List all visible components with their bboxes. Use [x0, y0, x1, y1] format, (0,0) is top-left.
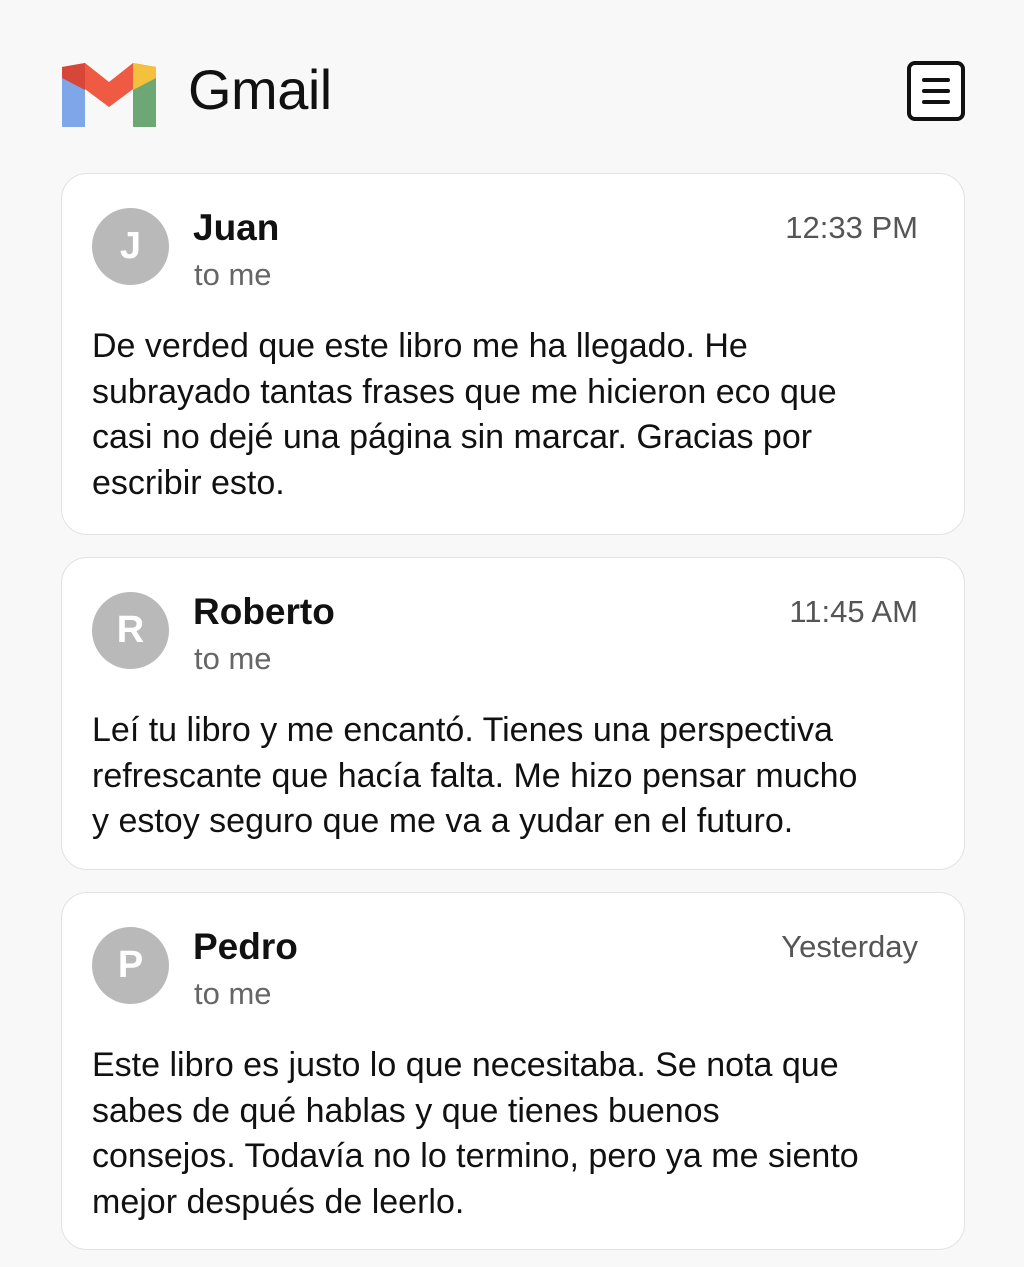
avatar: J — [92, 208, 169, 285]
recipient-text: to me — [194, 641, 272, 676]
avatar: P — [92, 927, 169, 1004]
avatar: R — [92, 592, 169, 669]
gmail-m-icon — [62, 63, 156, 127]
sender-name: Pedro — [193, 926, 298, 967]
email-time: 12:33 PM — [785, 210, 918, 245]
email-card[interactable]: P Pedro to me Yesterday Este libro es ju… — [61, 892, 965, 1250]
email-body: De verded que este libro me ha llegado. … — [92, 327, 837, 502]
email-time: Yesterday — [781, 929, 918, 964]
menu-button[interactable] — [907, 61, 965, 121]
recipient-text: to me — [194, 976, 272, 1011]
email-card[interactable]: R Roberto to me 11:45 AM Leí tu libro y … — [61, 557, 965, 870]
app-header: Gmail — [0, 0, 1024, 150]
sender-name: Roberto — [193, 591, 335, 632]
sender-name: Juan — [193, 207, 280, 248]
recipient-text: to me — [194, 257, 272, 292]
email-body: Leí tu libro y me encantó. Tienes una pe… — [92, 711, 858, 840]
app-title: Gmail — [188, 58, 332, 121]
gmail-logo[interactable] — [60, 55, 160, 130]
email-card[interactable]: J Juan to me 12:33 PM De verded que este… — [61, 173, 965, 535]
email-body: Este libro es justo lo que necesitaba. S… — [92, 1046, 859, 1221]
menu-list-icon — [922, 78, 950, 104]
email-time: 11:45 AM — [789, 594, 918, 629]
